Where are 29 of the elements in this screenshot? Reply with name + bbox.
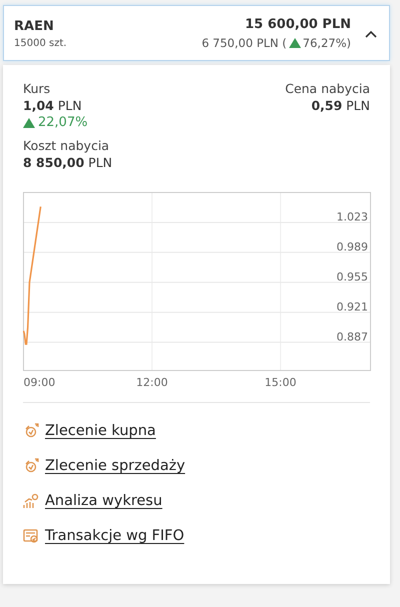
purchase-cost-label: Koszt nabycia bbox=[23, 138, 110, 153]
purchase-price-value: 0,59 PLN bbox=[311, 98, 370, 113]
y-tick-label: 0.921 bbox=[336, 300, 368, 314]
position-header[interactable]: RAEN 15000 szt. 15 600,00 PLN 6 750,00 PLN ( 76,27%) bbox=[3, 5, 390, 61]
action-link[interactable]: Transakcje wg FIFO bbox=[23, 528, 184, 544]
purchase-cost-value: 8 850,00 PLN bbox=[23, 155, 112, 170]
y-tick-label: 0.955 bbox=[336, 270, 368, 284]
action-link[interactable]: Zlecenie kupna bbox=[23, 423, 156, 439]
position-value: 15 600,00 PLN bbox=[245, 17, 351, 32]
y-tick-label: 1.023 bbox=[336, 210, 368, 224]
y-tick-label: 0.887 bbox=[336, 330, 368, 344]
exchange-icon bbox=[23, 458, 39, 474]
price-label: Kurs bbox=[23, 81, 50, 96]
ticker: RAEN bbox=[14, 18, 54, 34]
purchase-price-label: Cena nabycia bbox=[285, 81, 370, 96]
exchange-icon bbox=[23, 423, 39, 439]
x-tick-label: 15:00 bbox=[264, 376, 296, 389]
document-check-icon bbox=[23, 528, 39, 544]
x-tick-label: 09:00 bbox=[24, 376, 56, 389]
bar-chart-icon bbox=[23, 493, 39, 509]
x-tick-label: 12:00 bbox=[136, 376, 168, 389]
price-value: 1,04 PLN bbox=[23, 98, 82, 113]
price-change: 22,07% bbox=[38, 115, 88, 130]
action-link[interactable]: Analiza wykresu bbox=[23, 493, 162, 509]
action-link[interactable]: Zlecenie sprzedaży bbox=[23, 458, 186, 474]
quantity: 15000 szt. bbox=[14, 38, 67, 48]
y-tick-label: 0.989 bbox=[336, 240, 368, 254]
profit-change: 76,27%) bbox=[302, 36, 351, 50]
profit: 6 750,00 PLN ( bbox=[202, 36, 287, 50]
